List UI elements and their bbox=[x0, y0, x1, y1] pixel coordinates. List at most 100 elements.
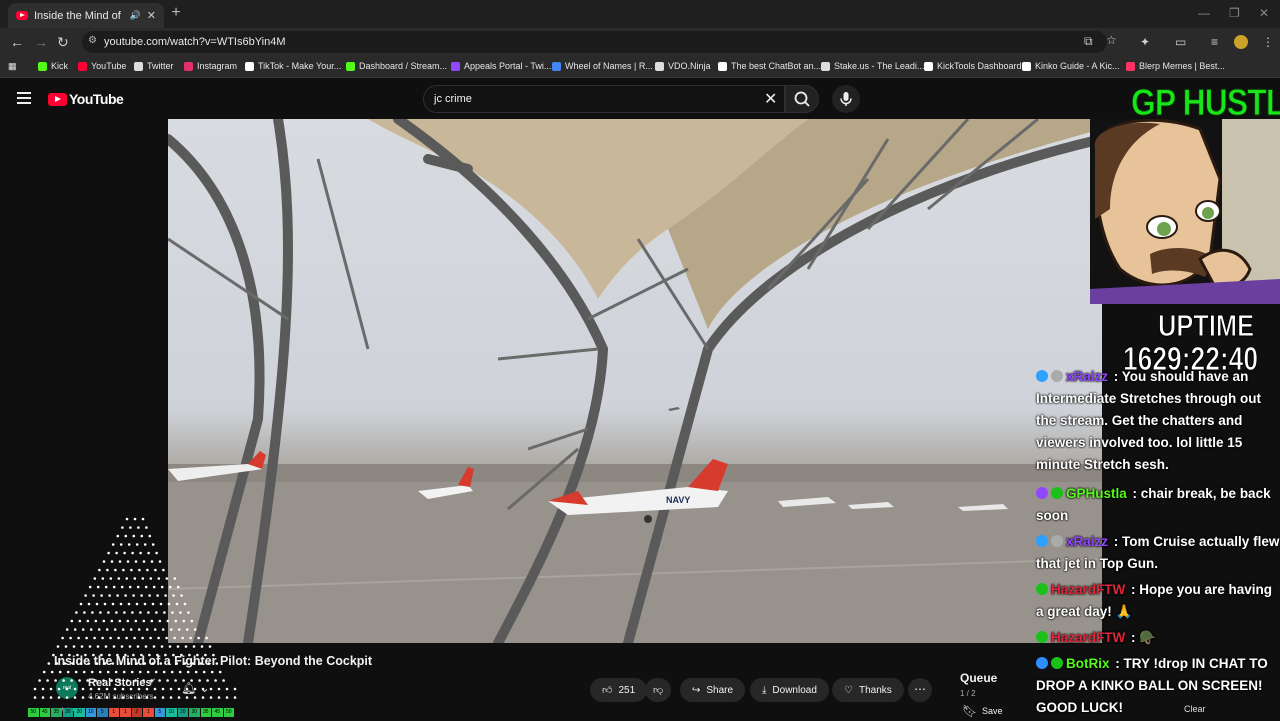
decor-dot bbox=[46, 679, 49, 682]
decor-dot bbox=[112, 585, 116, 589]
decor-dot bbox=[212, 653, 215, 657]
decor-dot bbox=[160, 645, 164, 648]
dislike-button[interactable]: 👎︎ bbox=[645, 678, 672, 702]
download-button[interactable]: ⤓ Download bbox=[750, 678, 829, 702]
bookmark-item[interactable]: KickTools Dashboard bbox=[924, 61, 1022, 71]
decor-dot bbox=[206, 679, 209, 682]
decor-dot bbox=[33, 687, 37, 691]
bookmark-item[interactable]: Dashboard / Stream... bbox=[346, 61, 447, 71]
bookmark-item[interactable]: Twitter bbox=[134, 61, 174, 71]
install-app-icon[interactable]: ⧉ bbox=[1084, 34, 1093, 49]
decor-dot bbox=[208, 645, 212, 648]
profile-avatar[interactable] bbox=[1234, 35, 1248, 49]
search-button[interactable] bbox=[785, 85, 819, 113]
decor-dot bbox=[177, 687, 181, 691]
youtube-logo[interactable]: YouTube bbox=[48, 91, 124, 107]
maximize-icon[interactable]: ❐ bbox=[1229, 6, 1240, 20]
decor-dot bbox=[169, 687, 173, 691]
video-player[interactable]: NAVY bbox=[168, 119, 1102, 643]
tab-close-icon[interactable]: ✕ bbox=[147, 9, 156, 22]
share-button[interactable]: ↪ Share bbox=[680, 678, 746, 702]
decor-dot bbox=[139, 551, 142, 555]
minimize-icon[interactable]: — bbox=[1198, 6, 1210, 20]
decor-dot bbox=[73, 628, 77, 631]
chat-badge-icon bbox=[1036, 370, 1048, 382]
decor-dot bbox=[225, 687, 229, 691]
new-tab-button[interactable]: + bbox=[168, 5, 184, 22]
youtube-header: YouTube jc crime ✕ bbox=[0, 79, 1280, 119]
bookmark-item[interactable]: VDO.Ninja bbox=[655, 61, 711, 71]
browser-tab[interactable]: Inside the Mind of a Fighter 🔊 ✕ bbox=[8, 3, 164, 28]
decor-dot bbox=[133, 577, 137, 580]
reload-icon[interactable]: ↻ bbox=[57, 34, 69, 51]
clear-search-icon[interactable]: ✕ bbox=[764, 89, 777, 109]
more-actions-icon[interactable]: ⋯ bbox=[908, 678, 932, 702]
thanks-button[interactable]: ♡ Thanks bbox=[832, 678, 904, 702]
decor-dot bbox=[105, 628, 109, 631]
search-value[interactable]: jc crime bbox=[434, 93, 472, 105]
decor-dot bbox=[87, 662, 91, 665]
video-frame: NAVY bbox=[168, 119, 1102, 643]
decor-dot bbox=[135, 662, 139, 665]
decor-dot bbox=[97, 696, 101, 699]
omnibox[interactable]: ⚙ youtube.com/watch?v=WTIs6bYin4M ⧉ ☆ bbox=[82, 31, 1117, 53]
save-icon[interactable]: 🔖︎ bbox=[962, 704, 977, 718]
bookmark-item[interactable]: Kinko Guide - A Kic... bbox=[1022, 61, 1120, 71]
decor-dot bbox=[41, 696, 45, 699]
decor-dot bbox=[166, 679, 169, 682]
search-icon bbox=[794, 91, 810, 107]
hamburger-menu-icon[interactable] bbox=[17, 92, 31, 104]
decor-dot bbox=[41, 687, 45, 691]
browser-menu-icon[interactable]: ⋮ bbox=[1262, 35, 1274, 49]
decor-dot bbox=[174, 679, 177, 682]
download-label: Download bbox=[772, 684, 817, 696]
bookmark-item[interactable]: Wheel of Names | R... bbox=[552, 61, 653, 71]
decor-dot bbox=[186, 670, 190, 674]
bookmark-item[interactable]: Instagram bbox=[184, 61, 237, 71]
decor-dot bbox=[141, 577, 145, 580]
bookmark-item[interactable]: Stake.us - The Leadi... bbox=[821, 61, 924, 71]
youtube-favicon-icon bbox=[16, 11, 28, 20]
media-controls-icon[interactable]: ≡ bbox=[1211, 35, 1218, 49]
bookmark-item[interactable]: The best ChatBot an... bbox=[718, 61, 821, 71]
decor-dot bbox=[100, 594, 103, 597]
queue-panel[interactable]: Queue 1 / 2 🔖︎ Save bbox=[950, 664, 1040, 720]
forward-icon[interactable]: → bbox=[34, 34, 48, 50]
decor-dot bbox=[137, 628, 141, 631]
bookmark-item[interactable]: YouTube bbox=[78, 61, 126, 71]
score-cell: 45 bbox=[212, 708, 223, 717]
voice-search-button[interactable] bbox=[832, 85, 860, 113]
chat-message: GPHustla : chair break, be back soon bbox=[1036, 486, 1271, 523]
decor-dot bbox=[102, 560, 106, 563]
decor-dot bbox=[66, 670, 70, 674]
streamer-name-overlay: GP HUSTLA bbox=[1131, 82, 1280, 124]
score-cell: 1 bbox=[143, 708, 154, 717]
bookmark-item[interactable]: Kick bbox=[38, 61, 68, 71]
back-icon[interactable]: ← bbox=[10, 34, 24, 50]
bookmark-item[interactable]: Blerp Memes | Best... bbox=[1126, 61, 1225, 71]
bookmark-label: TikTok - Make Your... bbox=[258, 61, 342, 71]
decor-dot bbox=[177, 696, 181, 699]
bookmark-label: Wheel of Names | R... bbox=[565, 61, 653, 71]
decor-dot bbox=[158, 560, 162, 563]
decor-dot bbox=[175, 662, 179, 665]
decor-dot bbox=[65, 696, 69, 699]
apps-grid-icon[interactable]: ▦ bbox=[8, 61, 17, 72]
save-button[interactable]: Save bbox=[982, 706, 1003, 716]
decor-dot bbox=[132, 653, 135, 657]
search-input[interactable]: jc crime ✕ bbox=[423, 85, 785, 113]
cast-icon[interactable]: ▭ bbox=[1175, 35, 1186, 49]
extensions-icon[interactable]: ✦ bbox=[1140, 35, 1150, 49]
bookmark-item[interactable]: TikTok - Make Your... bbox=[245, 61, 341, 71]
decor-dot bbox=[185, 687, 189, 691]
like-button[interactable]: 👍︎ 251 bbox=[590, 678, 648, 702]
bookmark-label: Appeals Portal - Twi... bbox=[464, 61, 552, 71]
decor-dot bbox=[150, 679, 153, 682]
bookmark-item[interactable]: Appeals Portal - Twi... bbox=[451, 61, 551, 71]
close-window-icon[interactable]: ✕ bbox=[1259, 6, 1269, 20]
bookmark-star-icon[interactable]: ☆ bbox=[1106, 33, 1117, 47]
url-text[interactable]: youtube.com/watch?v=WTIs6bYin4M bbox=[104, 36, 285, 48]
site-info-icon[interactable]: ⚙ bbox=[88, 35, 97, 46]
tab-audio-icon[interactable]: 🔊 bbox=[130, 10, 141, 21]
clear-queue-button[interactable]: Clear bbox=[1184, 704, 1206, 714]
